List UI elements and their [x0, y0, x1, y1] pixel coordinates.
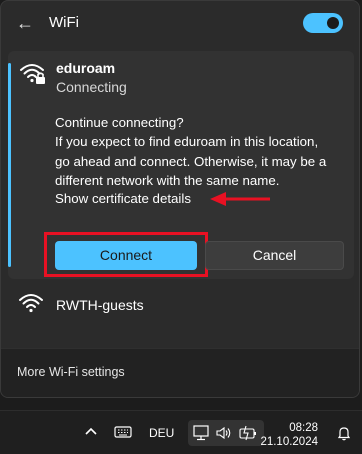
back-button[interactable]: ←	[11, 11, 39, 35]
prompt-line: different network with the same name.	[55, 172, 280, 188]
network-card-eduroam: eduroam Connecting Continue connecting? …	[8, 51, 354, 279]
back-arrow-icon: ←	[16, 13, 34, 33]
prompt-line: go ahead and connect. Otherwise, it may …	[55, 153, 327, 169]
cancel-button[interactable]: Cancel	[205, 241, 344, 270]
quick-settings-button[interactable]	[188, 420, 264, 446]
clock-time: 08:28	[289, 422, 318, 434]
taskbar: DEU 08:28 21.10.2024	[0, 410, 362, 454]
selection-accent-bar	[8, 63, 11, 267]
show-certificate-link[interactable]: Show certificate details	[55, 191, 191, 206]
network-name: RWTH-guests	[56, 297, 144, 313]
flyout-header: ← WiFi	[1, 1, 359, 45]
wifi-toggle[interactable]	[303, 13, 343, 33]
annotation-highlight-box	[44, 232, 208, 277]
network-display-icon	[192, 424, 210, 445]
wifi-icon	[18, 291, 46, 317]
notification-bell-icon[interactable]	[336, 425, 352, 444]
network-status: Connecting	[56, 79, 127, 95]
flyout-footer: More Wi-Fi settings	[1, 348, 359, 397]
prompt-line: If you expect to find eduroam in this lo…	[55, 134, 319, 150]
wifi-secured-icon	[19, 61, 47, 87]
connection-prompt: Continue connecting? If you expect to fi…	[55, 113, 351, 190]
clock-date: 21.10.2024	[260, 436, 318, 448]
wifi-flyout: ← WiFi eduroam Connecting Continue conne…	[0, 0, 360, 398]
prompt-line: Continue connecting?	[55, 115, 184, 130]
page-title: WiFi	[49, 14, 79, 31]
more-wifi-settings-link[interactable]: More Wi-Fi settings	[17, 365, 125, 379]
chevron-up-icon[interactable]	[84, 425, 98, 442]
clock[interactable]: 08:28 21.10.2024	[260, 421, 318, 449]
keyboard-icon[interactable]	[114, 425, 132, 442]
toggle-knob	[327, 17, 339, 29]
speaker-icon	[215, 425, 233, 444]
network-name: eduroam	[56, 60, 116, 76]
language-indicator[interactable]: DEU	[149, 426, 174, 440]
annotation-arrow	[210, 192, 270, 206]
battery-icon	[238, 425, 258, 444]
network-row-rwth-guests[interactable]: RWTH-guests	[8, 285, 354, 325]
